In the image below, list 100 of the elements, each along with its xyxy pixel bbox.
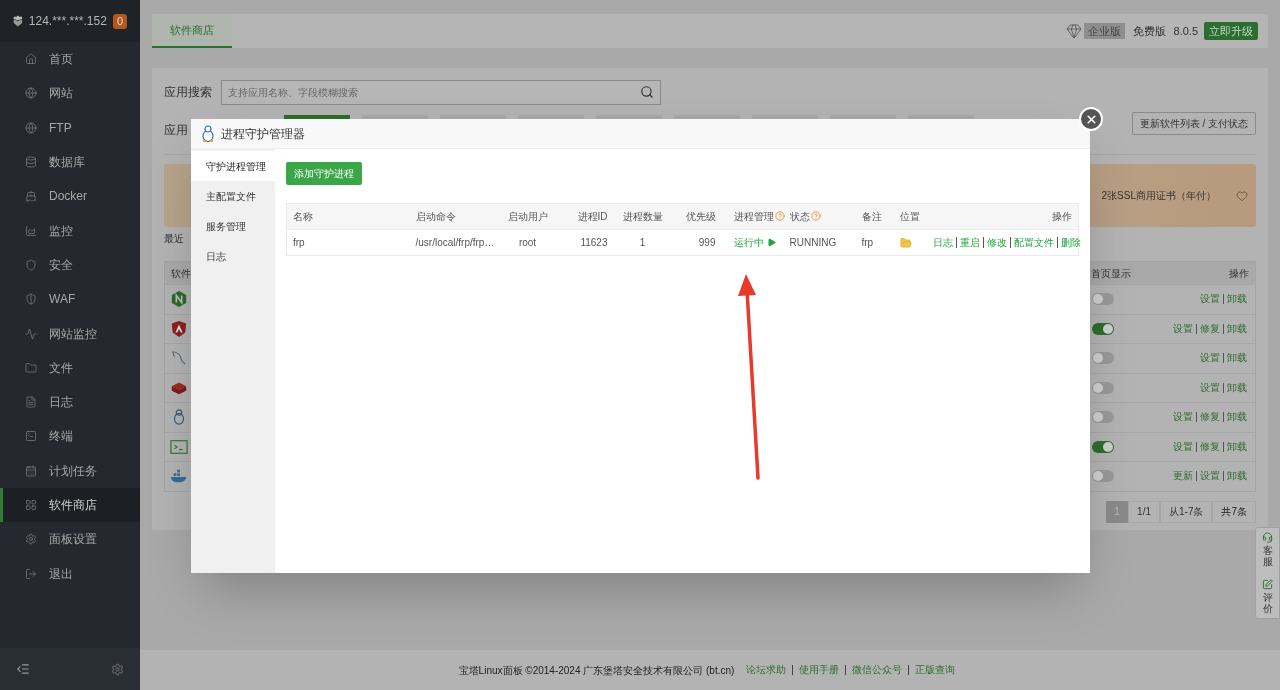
search-icon[interactable] — [640, 85, 654, 99]
search-field[interactable]: 支持应用名称、字段模糊搜索 — [221, 79, 661, 105]
dialog-title: 进程守护管理器 — [221, 125, 305, 143]
widget-label[interactable]: 评价 — [1262, 592, 1273, 614]
menu-item-icon — [25, 258, 37, 271]
table-cell: 999 — [698, 237, 716, 248]
action-link[interactable]: 日志 — [929, 237, 956, 248]
record-total: 共7条 — [1212, 500, 1256, 523]
menu-item-icon — [25, 156, 37, 169]
dialog-nav-item[interactable]: 日志 — [191, 241, 275, 271]
action-link[interactable]: 修改 — [982, 237, 1010, 248]
add-process-button[interactable]: 添加守护进程 — [286, 162, 362, 185]
footer-link[interactable]: 正版查询 — [908, 665, 962, 675]
action-link[interactable]: 卸载 — [1223, 323, 1250, 334]
settings-icon[interactable] — [111, 662, 124, 676]
toggle-switch[interactable] — [1092, 411, 1114, 424]
sidebar-item[interactable]: 退出 — [0, 556, 140, 591]
sidebar-item[interactable]: 软件商店 — [0, 487, 140, 523]
action-link[interactable]: 设置 — [1170, 441, 1196, 452]
column-header: 启动用户 — [507, 211, 548, 222]
toggle-switch[interactable] — [1092, 352, 1114, 365]
diamond-icon — [1065, 23, 1082, 39]
action-link[interactable]: 更新 — [1170, 471, 1196, 482]
record-range: 从1-7条 — [1160, 500, 1213, 523]
shield-logo-icon — [170, 319, 188, 338]
footer-link[interactable]: 使用手册 — [792, 665, 846, 675]
action-link[interactable]: 设置 — [1197, 353, 1223, 364]
action-link[interactable]: 设置 — [1170, 323, 1196, 334]
sidebar-item[interactable]: FTP — [0, 110, 140, 145]
sidebar-item[interactable]: 安全 — [0, 247, 140, 283]
action-link[interactable]: 修复 — [1196, 412, 1223, 423]
action-link[interactable]: 删除 — [1056, 237, 1084, 248]
edition-label: 免费版 — [1132, 23, 1166, 39]
footer-link[interactable]: 论坛求助 — [740, 665, 793, 675]
sidebar-item[interactable]: Docker — [0, 179, 140, 214]
table-cell: frp — [861, 237, 874, 248]
menu-item-icon — [25, 190, 37, 203]
toggle-switch[interactable] — [1092, 440, 1114, 453]
sidebar-item[interactable]: 面板设置 — [0, 522, 140, 557]
sidebar-item[interactable]: 终端 — [0, 419, 140, 454]
action-link[interactable]: 设置 — [1170, 412, 1196, 423]
menu-item-icon — [25, 87, 37, 100]
action-link[interactable]: 设置 — [1197, 294, 1223, 305]
action-link[interactable]: 设置 — [1197, 382, 1223, 393]
toggle-switch[interactable] — [1092, 381, 1114, 394]
column-header: 备注 — [861, 211, 882, 222]
run-state-link[interactable]: 运行中 — [733, 235, 764, 250]
action-link[interactable]: 卸载 — [1223, 294, 1250, 305]
action-link[interactable]: 重启 — [955, 237, 983, 248]
help-icon[interactable] — [774, 211, 785, 221]
dialog-nav-item[interactable]: 主配置文件 — [191, 181, 275, 211]
menu-item-icon — [25, 293, 37, 306]
headset-icon[interactable] — [1262, 532, 1273, 543]
play-icon[interactable] — [766, 238, 776, 247]
close-icon — [1084, 112, 1098, 126]
action-link[interactable]: 修复 — [1196, 441, 1223, 452]
sidebar-item[interactable]: 数据库 — [0, 144, 140, 180]
action-link[interactable]: 设置 — [1196, 471, 1223, 482]
column-header: 状态 — [789, 211, 810, 222]
sidebar-item[interactable]: 网站 — [0, 76, 140, 111]
column-header: 首页显示 — [1091, 266, 1131, 281]
column-header: 进程数量 — [622, 211, 663, 222]
upgrade-button[interactable]: 立即升级 — [1204, 22, 1258, 40]
sidebar-item[interactable]: 监控 — [0, 213, 140, 248]
table-cell: 1 — [639, 237, 646, 248]
action-link[interactable]: 修复 — [1196, 323, 1223, 334]
widget-label[interactable]: 客服 — [1262, 545, 1273, 567]
collapse-icon[interactable] — [16, 662, 30, 676]
toggle-switch[interactable] — [1092, 470, 1114, 483]
folder-icon[interactable] — [899, 236, 912, 249]
notification-badge[interactable]: 0 — [112, 13, 127, 29]
action-link[interactable]: 卸载 — [1223, 471, 1250, 482]
toggle-switch[interactable] — [1092, 293, 1114, 306]
copyright-text: 宝塔Linux面板 ©2014-2024 广东堡塔安全技术有限公司 (bt.cn) — [458, 663, 735, 678]
sidebar-item[interactable]: 日志 — [0, 384, 140, 420]
action-link[interactable]: 卸载 — [1223, 441, 1250, 452]
update-list-button[interactable]: 更新软件列表 / 支付状态 — [1131, 112, 1256, 135]
column-header: 优先级 — [685, 211, 716, 222]
action-link[interactable]: 卸载 — [1223, 382, 1250, 393]
dialog-nav-item[interactable]: 服务管理 — [191, 211, 275, 241]
action-link[interactable]: 配置文件 — [1009, 237, 1057, 248]
sidebar-item[interactable]: 文件 — [0, 350, 140, 385]
dialog-nav-item[interactable]: 守护进程管理 — [191, 151, 275, 181]
sidebar-item[interactable]: 网站监控 — [0, 316, 140, 351]
section-label: 最近 — [164, 231, 184, 246]
toggle-switch[interactable] — [1092, 322, 1114, 335]
menu-item-icon — [25, 533, 37, 546]
sidebar-item[interactable]: WAF — [0, 282, 140, 317]
page-count: 1/1 — [1128, 500, 1160, 523]
page-tab[interactable]: 软件商店 — [152, 14, 232, 48]
help-icon[interactable] — [810, 211, 821, 221]
sidebar-item[interactable]: 首页 — [0, 42, 140, 77]
action-link[interactable]: 卸载 — [1223, 353, 1250, 364]
sidebar-item[interactable]: 计划任务 — [0, 453, 140, 488]
edition-badge: 企业版 — [1083, 23, 1125, 39]
edit-icon[interactable] — [1262, 579, 1273, 590]
action-link[interactable]: 卸载 — [1223, 412, 1250, 423]
menu-item-icon — [25, 327, 37, 340]
footer-link[interactable]: 微信公众号 — [845, 665, 909, 675]
shield-logo-icon — [13, 13, 23, 29]
